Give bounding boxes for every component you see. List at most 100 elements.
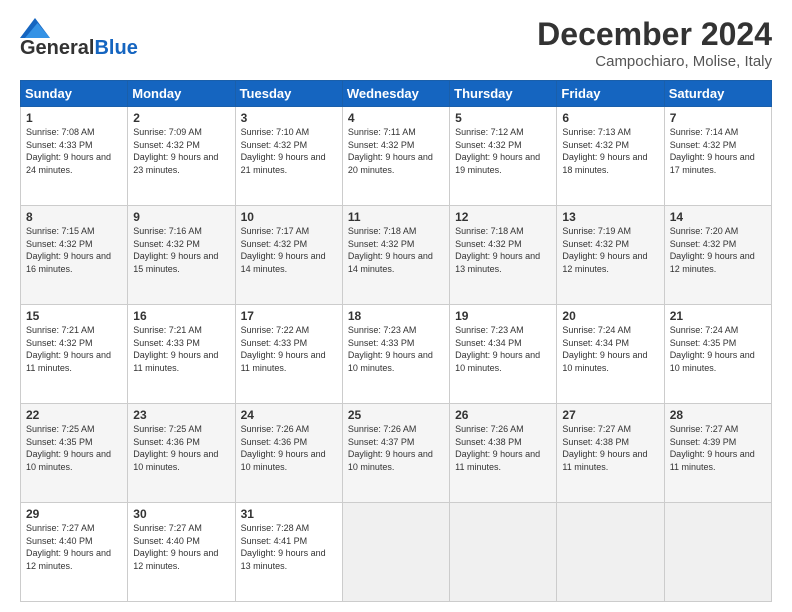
day-number: 21: [670, 309, 766, 323]
day-number: 14: [670, 210, 766, 224]
day-number: 1: [26, 111, 122, 125]
calendar-cell: 16Sunrise: 7:21 AM Sunset: 4:33 PM Dayli…: [128, 305, 235, 404]
day-number: 27: [562, 408, 658, 422]
calendar-cell: [450, 503, 557, 602]
day-number: 26: [455, 408, 551, 422]
calendar-cell: [664, 503, 771, 602]
day-info: Sunrise: 7:15 AM Sunset: 4:32 PM Dayligh…: [26, 225, 122, 275]
logo-blue: Blue: [94, 37, 137, 59]
day-number: 24: [241, 408, 337, 422]
day-info: Sunrise: 7:27 AM Sunset: 4:40 PM Dayligh…: [26, 522, 122, 572]
calendar-cell: 19Sunrise: 7:23 AM Sunset: 4:34 PM Dayli…: [450, 305, 557, 404]
day-number: 16: [133, 309, 229, 323]
calendar-cell: 8Sunrise: 7:15 AM Sunset: 4:32 PM Daylig…: [21, 206, 128, 305]
day-info: Sunrise: 7:28 AM Sunset: 4:41 PM Dayligh…: [241, 522, 337, 572]
day-info: Sunrise: 7:08 AM Sunset: 4:33 PM Dayligh…: [26, 126, 122, 176]
day-info: Sunrise: 7:25 AM Sunset: 4:36 PM Dayligh…: [133, 423, 229, 473]
calendar-cell: [342, 503, 449, 602]
calendar-week-row: 1Sunrise: 7:08 AM Sunset: 4:33 PM Daylig…: [21, 107, 772, 206]
calendar-cell: 28Sunrise: 7:27 AM Sunset: 4:39 PM Dayli…: [664, 404, 771, 503]
calendar-cell: 13Sunrise: 7:19 AM Sunset: 4:32 PM Dayli…: [557, 206, 664, 305]
calendar-cell: 6Sunrise: 7:13 AM Sunset: 4:32 PM Daylig…: [557, 107, 664, 206]
day-number: 9: [133, 210, 229, 224]
day-info: Sunrise: 7:20 AM Sunset: 4:32 PM Dayligh…: [670, 225, 766, 275]
day-number: 29: [26, 507, 122, 521]
day-info: Sunrise: 7:26 AM Sunset: 4:38 PM Dayligh…: [455, 423, 551, 473]
day-info: Sunrise: 7:27 AM Sunset: 4:38 PM Dayligh…: [562, 423, 658, 473]
day-number: 12: [455, 210, 551, 224]
col-tuesday: Tuesday: [235, 81, 342, 107]
calendar-week-row: 22Sunrise: 7:25 AM Sunset: 4:35 PM Dayli…: [21, 404, 772, 503]
day-info: Sunrise: 7:21 AM Sunset: 4:33 PM Dayligh…: [133, 324, 229, 374]
calendar-cell: 29Sunrise: 7:27 AM Sunset: 4:40 PM Dayli…: [21, 503, 128, 602]
calendar-cell: 21Sunrise: 7:24 AM Sunset: 4:35 PM Dayli…: [664, 305, 771, 404]
calendar-cell: 1Sunrise: 7:08 AM Sunset: 4:33 PM Daylig…: [21, 107, 128, 206]
day-info: Sunrise: 7:18 AM Sunset: 4:32 PM Dayligh…: [348, 225, 444, 275]
month-title: December 2024: [537, 16, 772, 53]
day-info: Sunrise: 7:10 AM Sunset: 4:32 PM Dayligh…: [241, 126, 337, 176]
location-title: Campochiaro, Molise, Italy: [537, 53, 772, 70]
calendar-header-row: Sunday Monday Tuesday Wednesday Thursday…: [21, 81, 772, 107]
col-friday: Friday: [557, 81, 664, 107]
day-info: Sunrise: 7:18 AM Sunset: 4:32 PM Dayligh…: [455, 225, 551, 275]
calendar-cell: 22Sunrise: 7:25 AM Sunset: 4:35 PM Dayli…: [21, 404, 128, 503]
calendar-week-row: 15Sunrise: 7:21 AM Sunset: 4:32 PM Dayli…: [21, 305, 772, 404]
calendar-cell: 14Sunrise: 7:20 AM Sunset: 4:32 PM Dayli…: [664, 206, 771, 305]
col-wednesday: Wednesday: [342, 81, 449, 107]
calendar: Sunday Monday Tuesday Wednesday Thursday…: [20, 80, 772, 602]
calendar-cell: 4Sunrise: 7:11 AM Sunset: 4:32 PM Daylig…: [342, 107, 449, 206]
day-number: 4: [348, 111, 444, 125]
day-number: 2: [133, 111, 229, 125]
calendar-cell: 10Sunrise: 7:17 AM Sunset: 4:32 PM Dayli…: [235, 206, 342, 305]
day-number: 23: [133, 408, 229, 422]
day-number: 13: [562, 210, 658, 224]
calendar-cell: 20Sunrise: 7:24 AM Sunset: 4:34 PM Dayli…: [557, 305, 664, 404]
calendar-body: 1Sunrise: 7:08 AM Sunset: 4:33 PM Daylig…: [21, 107, 772, 602]
day-info: Sunrise: 7:12 AM Sunset: 4:32 PM Dayligh…: [455, 126, 551, 176]
day-info: Sunrise: 7:21 AM Sunset: 4:32 PM Dayligh…: [26, 324, 122, 374]
calendar-cell: [557, 503, 664, 602]
day-info: Sunrise: 7:14 AM Sunset: 4:32 PM Dayligh…: [670, 126, 766, 176]
day-number: 8: [26, 210, 122, 224]
day-number: 20: [562, 309, 658, 323]
calendar-cell: 24Sunrise: 7:26 AM Sunset: 4:36 PM Dayli…: [235, 404, 342, 503]
calendar-cell: 18Sunrise: 7:23 AM Sunset: 4:33 PM Dayli…: [342, 305, 449, 404]
day-info: Sunrise: 7:23 AM Sunset: 4:33 PM Dayligh…: [348, 324, 444, 374]
day-info: Sunrise: 7:17 AM Sunset: 4:32 PM Dayligh…: [241, 225, 337, 275]
day-number: 17: [241, 309, 337, 323]
day-info: Sunrise: 7:24 AM Sunset: 4:35 PM Dayligh…: [670, 324, 766, 374]
day-info: Sunrise: 7:13 AM Sunset: 4:32 PM Dayligh…: [562, 126, 658, 176]
day-number: 22: [26, 408, 122, 422]
calendar-cell: 23Sunrise: 7:25 AM Sunset: 4:36 PM Dayli…: [128, 404, 235, 503]
day-info: Sunrise: 7:22 AM Sunset: 4:33 PM Dayligh…: [241, 324, 337, 374]
day-info: Sunrise: 7:26 AM Sunset: 4:36 PM Dayligh…: [241, 423, 337, 473]
day-number: 31: [241, 507, 337, 521]
day-info: Sunrise: 7:25 AM Sunset: 4:35 PM Dayligh…: [26, 423, 122, 473]
day-number: 7: [670, 111, 766, 125]
calendar-cell: 2Sunrise: 7:09 AM Sunset: 4:32 PM Daylig…: [128, 107, 235, 206]
day-number: 10: [241, 210, 337, 224]
day-number: 30: [133, 507, 229, 521]
day-info: Sunrise: 7:26 AM Sunset: 4:37 PM Dayligh…: [348, 423, 444, 473]
col-monday: Monday: [128, 81, 235, 107]
calendar-cell: 27Sunrise: 7:27 AM Sunset: 4:38 PM Dayli…: [557, 404, 664, 503]
col-thursday: Thursday: [450, 81, 557, 107]
calendar-cell: 25Sunrise: 7:26 AM Sunset: 4:37 PM Dayli…: [342, 404, 449, 503]
day-number: 19: [455, 309, 551, 323]
calendar-cell: 26Sunrise: 7:26 AM Sunset: 4:38 PM Dayli…: [450, 404, 557, 503]
calendar-cell: 9Sunrise: 7:16 AM Sunset: 4:32 PM Daylig…: [128, 206, 235, 305]
day-info: Sunrise: 7:27 AM Sunset: 4:39 PM Dayligh…: [670, 423, 766, 473]
calendar-cell: 11Sunrise: 7:18 AM Sunset: 4:32 PM Dayli…: [342, 206, 449, 305]
day-info: Sunrise: 7:27 AM Sunset: 4:40 PM Dayligh…: [133, 522, 229, 572]
logo: GeneralBlue: [20, 16, 138, 58]
calendar-cell: 31Sunrise: 7:28 AM Sunset: 4:41 PM Dayli…: [235, 503, 342, 602]
logo-icon: [20, 18, 50, 38]
calendar-cell: 5Sunrise: 7:12 AM Sunset: 4:32 PM Daylig…: [450, 107, 557, 206]
header: GeneralBlue December 2024 Campochiaro, M…: [20, 16, 772, 70]
day-number: 11: [348, 210, 444, 224]
day-info: Sunrise: 7:11 AM Sunset: 4:32 PM Dayligh…: [348, 126, 444, 176]
day-number: 15: [26, 309, 122, 323]
day-number: 3: [241, 111, 337, 125]
calendar-cell: 7Sunrise: 7:14 AM Sunset: 4:32 PM Daylig…: [664, 107, 771, 206]
day-number: 5: [455, 111, 551, 125]
